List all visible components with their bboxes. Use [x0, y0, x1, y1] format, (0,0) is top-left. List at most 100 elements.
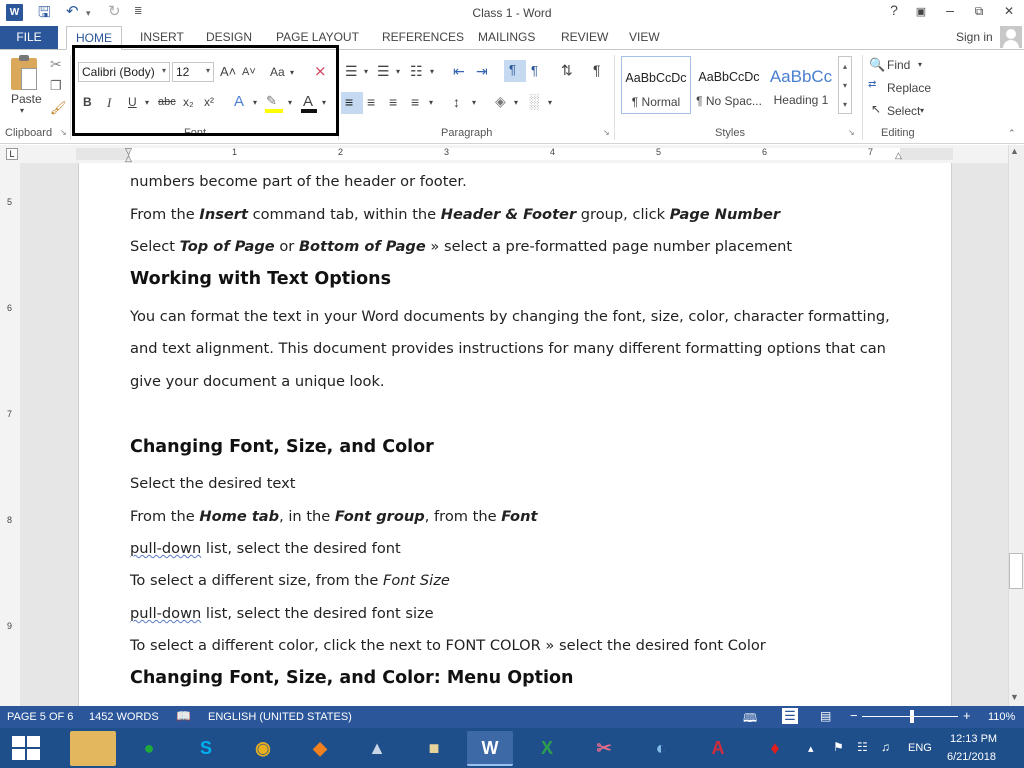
find-button[interactable]: Find [887, 58, 910, 72]
undo-dropdown-icon[interactable]: ▾ [86, 8, 91, 19]
chevron-down-icon[interactable]: ▾ [918, 60, 922, 69]
tab-review[interactable]: REVIEW [561, 30, 608, 44]
file-explorer-icon[interactable] [70, 731, 116, 766]
web-layout-icon[interactable]: ▤ [820, 709, 831, 723]
chrome-icon[interactable]: ◉ [240, 731, 286, 766]
help-button[interactable]: ? [881, 2, 907, 18]
tab-references[interactable]: REFERENCES [382, 30, 464, 44]
chevron-down-icon[interactable]: ▾ [472, 98, 476, 107]
replace-button[interactable]: Replace [887, 81, 931, 95]
paste-icon[interactable] [11, 55, 37, 90]
app-icon[interactable]: ■ [411, 731, 457, 766]
chevron-down-icon[interactable]: ▾ [548, 98, 552, 107]
paste-button[interactable]: Paste [11, 92, 42, 106]
zoom-in-icon[interactable]: + [963, 708, 971, 723]
paragraph-launcher-icon[interactable]: ↘ [603, 128, 610, 137]
scroll-up-icon[interactable]: ▲ [1010, 146, 1019, 156]
access-icon[interactable]: A [695, 731, 741, 766]
input-language[interactable]: ENG [908, 742, 932, 754]
line-spacing-icon[interactable]: ↕ [453, 94, 460, 110]
styles-scroll[interactable]: ▴ ▾ ▾ [838, 56, 852, 114]
zoom-slider-thumb[interactable] [910, 710, 914, 723]
paste-dropdown-icon[interactable]: ▾ [20, 106, 24, 115]
sign-in-link[interactable]: Sign in [956, 30, 993, 44]
increase-indent-icon[interactable]: ⇥ [476, 63, 488, 80]
borders-icon[interactable]: ░ [529, 93, 539, 109]
format-painter-icon[interactable]: 🖌 [50, 100, 67, 116]
collapse-ribbon-icon[interactable]: ⌃ [1008, 128, 1016, 139]
media-app-icon[interactable]: ◆ [297, 731, 343, 766]
volume-icon[interactable]: ♫ [881, 740, 890, 754]
app-icon[interactable]: ▲ [354, 731, 400, 766]
language-indicator[interactable]: ENGLISH (UNITED STATES) [208, 711, 352, 723]
excel-icon[interactable]: X [524, 731, 570, 766]
paint-icon[interactable]: ◐ [638, 731, 684, 766]
tab-selector-icon[interactable]: L [6, 148, 18, 160]
zoom-level[interactable]: 110% [988, 711, 1015, 723]
vertical-scrollbar[interactable] [1008, 145, 1024, 706]
word-count[interactable]: 1452 WORDS [89, 711, 159, 723]
page-count[interactable]: PAGE 5 OF 6 [7, 711, 73, 723]
network-icon[interactable]: ☷ [857, 740, 868, 754]
ltr-direction-button[interactable]: ¶ [504, 60, 526, 82]
align-right-icon[interactable]: ≡ [389, 94, 397, 110]
zoom-out-icon[interactable]: − [850, 708, 858, 723]
chevron-down-icon[interactable]: ▾ [396, 67, 400, 76]
skype-icon[interactable]: S [183, 731, 229, 766]
tab-page-layout[interactable]: PAGE LAYOUT [276, 30, 359, 44]
chevron-down-icon[interactable]: ▾ [429, 98, 433, 107]
ribbon-display-icon[interactable]: ▣ [908, 5, 934, 18]
tab-file[interactable]: FILE [0, 26, 58, 49]
shading-icon[interactable]: ◈ [495, 93, 506, 110]
read-mode-icon[interactable]: 🕮 [743, 709, 757, 730]
chevron-down-icon[interactable]: ▾ [514, 98, 518, 107]
action-center-icon[interactable]: ⚑ [833, 740, 844, 754]
style-no-spacing[interactable]: AaBbCcDc ¶ No Spac... [694, 56, 764, 114]
tab-design[interactable]: DESIGN [206, 30, 252, 44]
word-app-icon[interactable]: W [6, 4, 23, 21]
tab-insert[interactable]: INSERT [140, 30, 184, 44]
justify-icon[interactable]: ≡ [411, 94, 419, 110]
undo-icon[interactable]: ↶ [66, 2, 79, 20]
chevron-down-icon[interactable]: ▾ [430, 67, 434, 76]
acrobat-icon[interactable]: ♦ [752, 731, 798, 766]
proofing-icon[interactable]: 📖 [176, 709, 191, 723]
close-button[interactable]: ✕ [996, 4, 1022, 18]
avatar[interactable] [1000, 26, 1022, 48]
show-marks-icon[interactable]: ¶ [593, 62, 601, 78]
print-layout-icon[interactable]: ☰ [782, 708, 798, 724]
scroll-down-icon[interactable]: ▼ [1010, 692, 1019, 702]
save-icon[interactable]: 🖫 [38, 2, 51, 27]
whatsapp-icon[interactable]: ● [126, 731, 172, 766]
tray-expand-icon[interactable]: ▴ [808, 742, 814, 755]
cut-icon[interactable]: ✂ [50, 56, 62, 73]
sort-icon[interactable]: ⇅ [561, 62, 573, 79]
scrollbar-thumb[interactable] [1009, 553, 1023, 589]
chevron-down-icon[interactable]: ▾ [364, 67, 368, 76]
numbering-icon[interactable]: ☰ [377, 63, 390, 80]
bullets-icon[interactable]: ☰ [345, 63, 358, 80]
tab-view[interactable]: VIEW [629, 30, 660, 44]
snipping-tool-icon[interactable]: ✂ [581, 731, 627, 766]
style-heading-1[interactable]: AaBbCc Heading 1 [767, 56, 835, 114]
redo-icon[interactable]: ↻ [108, 2, 121, 20]
style-normal[interactable]: AaBbCcDc ¶ Normal [621, 56, 691, 114]
windows-start-icon[interactable] [12, 736, 40, 760]
clipboard-launcher-icon[interactable]: ↘ [60, 128, 67, 137]
align-left-button[interactable]: ≡ [341, 92, 363, 114]
select-button[interactable]: Select [887, 104, 920, 118]
restore-button[interactable]: ⧉ [966, 4, 992, 19]
copy-icon[interactable]: ❐ [50, 78, 62, 94]
customize-qa-icon[interactable]: ≣ [134, 6, 142, 17]
clock-date[interactable]: 6/21/2018 [947, 751, 996, 763]
multilevel-list-icon[interactable]: ☷ [410, 63, 423, 80]
tab-mailings[interactable]: MAILINGS [478, 30, 535, 44]
rtl-icon[interactable]: ¶ [531, 63, 538, 78]
word-taskbar-icon[interactable]: W [467, 731, 513, 766]
chevron-down-icon[interactable]: ▾ [920, 106, 924, 115]
minimize-button[interactable]: – [937, 2, 963, 18]
right-indent-marker[interactable]: △ [895, 150, 902, 161]
clock-time[interactable]: 12:13 PM [950, 733, 997, 745]
align-center-icon[interactable]: ≡ [367, 94, 375, 110]
decrease-indent-icon[interactable]: ⇤ [453, 63, 465, 80]
